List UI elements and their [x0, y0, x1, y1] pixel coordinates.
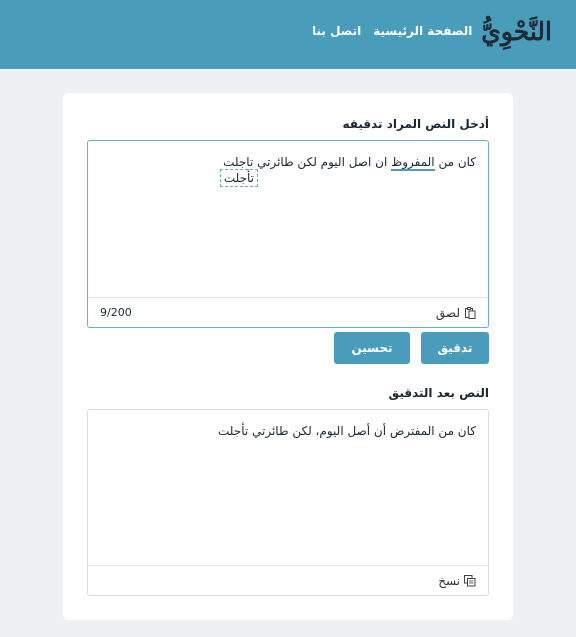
check-button[interactable]: تدقيق — [421, 332, 489, 364]
output-textarea[interactable]: كان من المفترض أن أصل اليوم، لكن طائرتي … — [87, 409, 489, 596]
paste-icon — [465, 307, 476, 319]
output-label: النص بعد التدقيق — [388, 386, 489, 400]
copy-icon — [464, 575, 476, 587]
suggestion-popup[interactable]: تأجلت — [219, 169, 258, 187]
output-text: كان من المفترض أن أصل اليوم، لكن طائرتي … — [218, 424, 476, 438]
nav: الصفحة الرئيسية اتصل بنا — [312, 24, 472, 38]
input-text-start: كان من — [434, 155, 476, 169]
input-text-middle: ان اصل اليوم لكن طائرتي — [253, 155, 392, 169]
char-counter: 9/200 — [100, 306, 132, 319]
output-footer: نسخ — [88, 565, 488, 595]
input-footer: لصق 9/200 — [88, 297, 488, 327]
input-label: أدخل النص المراد تدقيقه — [342, 117, 489, 131]
spelling-error-1[interactable]: المفروظ — [391, 155, 435, 171]
nav-contact[interactable]: اتصل بنا — [312, 24, 361, 38]
paste-button[interactable]: لصق — [436, 306, 476, 320]
input-textarea[interactable]: كان من المفروظ ان اصل اليوم لكن طائرتي ت… — [87, 140, 489, 328]
improve-button[interactable]: تحسين — [334, 332, 410, 364]
copy-button[interactable]: نسخ — [438, 574, 476, 588]
checker-card: أدخل النص المراد تدقيقه كان من المفروظ ا… — [63, 93, 513, 620]
input-text[interactable]: كان من المفروظ ان اصل اليوم لكن طائرتي ت… — [100, 153, 476, 171]
logo[interactable]: النَّحْوِيُّ — [481, 14, 552, 48]
copy-label: نسخ — [438, 574, 460, 588]
header: النَّحْوِيُّ الصفحة الرئيسية اتصل بنا — [0, 0, 576, 69]
nav-home[interactable]: الصفحة الرئيسية — [373, 24, 472, 38]
paste-label: لصق — [435, 306, 460, 320]
